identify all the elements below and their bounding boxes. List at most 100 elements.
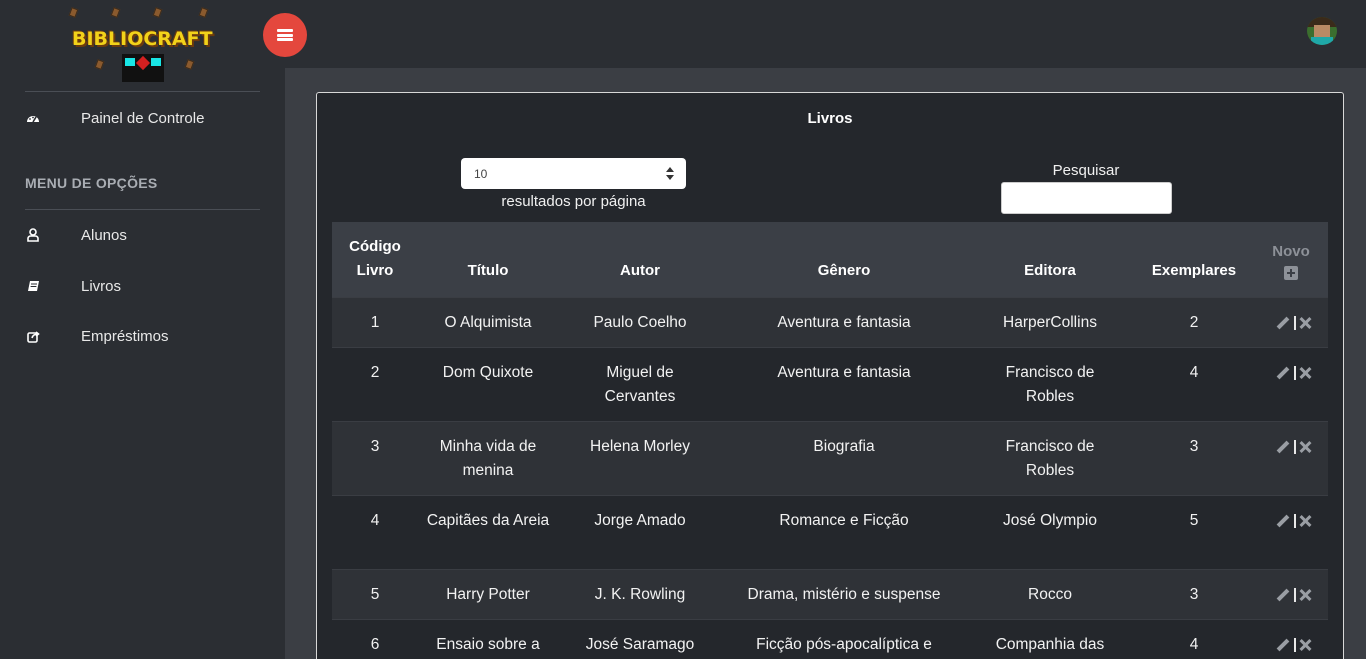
divider	[25, 91, 260, 92]
cell-exemplares: 2	[1189, 314, 1199, 331]
sidebar-item-painel[interactable]: Painel de Controle	[0, 103, 285, 133]
logo-decoration	[184, 59, 195, 70]
col-header-novo: Novo	[1256, 222, 1326, 297]
cell-codigo: 4	[370, 512, 380, 529]
page-length-select[interactable]: 10	[461, 158, 686, 189]
share-icon	[25, 328, 41, 344]
edit-pencil-icon[interactable]	[1276, 366, 1290, 380]
cell-titulo: Ensaio sobre a	[436, 636, 540, 653]
logo-text: BIBLIOCRAFT	[72, 28, 213, 50]
col-header-titulo[interactable]: Título	[423, 222, 553, 297]
action-separator	[1294, 588, 1296, 602]
edit-pencil-icon[interactable]	[1276, 316, 1290, 330]
cell-autor: Helena Morley	[590, 438, 690, 455]
cell-exemplares: 3	[1189, 438, 1199, 455]
edit-pencil-icon[interactable]	[1276, 440, 1290, 454]
avatar[interactable]	[1307, 17, 1337, 45]
edit-pencil-icon[interactable]	[1276, 514, 1290, 528]
row-actions	[1269, 435, 1319, 459]
divider	[25, 209, 260, 210]
col-header-autor[interactable]: Autor	[575, 222, 705, 297]
logo-decoration	[198, 7, 209, 18]
page-length-label: resultados por página	[501, 193, 646, 210]
action-separator	[1294, 638, 1296, 652]
page-length-value: 10	[474, 166, 488, 181]
cell-titulo: Dom Quixote	[442, 364, 534, 381]
table-row: 1 O Alquimista Paulo Coelho Aventura e fant…	[332, 297, 1328, 347]
menu-toggle-button[interactable]	[263, 13, 307, 57]
cell-autor: Miguel de Cervantes	[604, 364, 676, 405]
logo-decoration	[152, 7, 163, 18]
col-header-genero[interactable]: Gênero	[730, 222, 958, 297]
action-separator	[1294, 514, 1296, 528]
table-row: 3 Minha vida de menina Helena Morley Biogra…	[332, 421, 1328, 495]
select-arrows-icon	[666, 167, 674, 180]
row-actions	[1269, 633, 1319, 657]
table-row: 2 Dom Quixote Miguel de Cervantes Aventura …	[332, 347, 1328, 421]
new-label: Novo	[1272, 242, 1310, 260]
cell-exemplares: 5	[1189, 512, 1199, 529]
sidebar-item-alunos[interactable]: Alunos	[0, 220, 285, 250]
user-icon	[25, 227, 41, 243]
cell-codigo: 5	[370, 586, 380, 603]
logo-face-icon	[122, 54, 164, 82]
delete-close-icon[interactable]	[1300, 515, 1312, 527]
sidebar-item-label: Empréstimos	[81, 327, 169, 345]
cell-editora: HarperCollins	[1003, 314, 1097, 331]
table-header: Código Livro Título Autor Gênero Editora…	[332, 222, 1328, 297]
books-card: Livros 10 resultados por página Pesquisa…	[316, 92, 1344, 659]
sidebar: BIBLIOCRAFT Painel de Controle MENU DE O…	[0, 0, 285, 659]
logo-decoration	[94, 59, 105, 70]
cell-exemplares: 4	[1189, 364, 1199, 381]
action-separator	[1294, 440, 1296, 454]
cell-exemplares: 4	[1189, 636, 1199, 653]
cell-titulo: Minha vida de menina	[439, 438, 537, 479]
cell-editora: Francisco de Robles	[1005, 364, 1095, 405]
cell-editora: Companhia das	[995, 636, 1105, 653]
cell-genero: Drama, mistério e suspense	[747, 586, 941, 603]
cell-exemplares: 3	[1189, 586, 1199, 603]
edit-pencil-icon[interactable]	[1276, 638, 1290, 652]
sidebar-item-emprestimos[interactable]: Empréstimos	[0, 321, 285, 351]
cell-codigo: 6	[370, 636, 380, 653]
action-separator	[1294, 316, 1296, 330]
sidebar-item-label: Livros	[81, 277, 122, 295]
cell-genero: Romance e Ficção	[779, 512, 909, 529]
table-body: 1 O Alquimista Paulo Coelho Aventura e fant…	[332, 297, 1328, 659]
books-table: Código Livro Título Autor Gênero Editora…	[332, 222, 1328, 659]
cell-titulo: Harry Potter	[446, 586, 530, 603]
action-separator	[1294, 366, 1296, 380]
page-title: Livros	[807, 110, 853, 127]
app-logo[interactable]: BIBLIOCRAFT	[62, 4, 222, 84]
row-actions	[1269, 311, 1319, 335]
edit-pencil-icon[interactable]	[1276, 588, 1290, 602]
cell-autor: José Saramago	[585, 636, 695, 653]
row-actions	[1269, 583, 1319, 607]
delete-close-icon[interactable]	[1300, 441, 1312, 453]
cell-editora: Francisco de Robles	[1005, 438, 1095, 479]
col-header-exemplares[interactable]: Exemplares	[1134, 222, 1254, 297]
sidebar-item-livros[interactable]: Livros	[0, 271, 285, 301]
cell-codigo: 3	[370, 438, 380, 455]
sidebar-item-label: Painel de Controle	[81, 109, 205, 127]
cell-editora: Rocco	[1028, 586, 1072, 603]
table-row: 5 Harry Potter J. K. Rowling Drama, mistéri…	[332, 569, 1328, 619]
col-header-editora[interactable]: Editora	[980, 222, 1120, 297]
dashboard-icon	[25, 110, 41, 126]
cell-codigo: 2	[370, 364, 380, 381]
delete-close-icon[interactable]	[1300, 639, 1312, 651]
cell-genero: Aventura e fantasia	[777, 314, 911, 331]
delete-close-icon[interactable]	[1300, 317, 1312, 329]
delete-close-icon[interactable]	[1300, 589, 1312, 601]
col-header-codigo[interactable]: Código Livro	[332, 222, 418, 297]
topbar	[285, 0, 1366, 68]
search-label: Pesquisar	[1052, 162, 1120, 179]
table-row: 6 Ensaio sobre a José Saramago Ficção pós-a…	[332, 619, 1328, 659]
cell-autor: J. K. Rowling	[594, 586, 686, 603]
cell-titulo: Capitães da Areia	[426, 512, 550, 529]
book-icon	[25, 278, 41, 294]
delete-close-icon[interactable]	[1300, 367, 1312, 379]
add-book-icon[interactable]	[1284, 265, 1298, 280]
search-input[interactable]	[1001, 182, 1172, 214]
cell-autor: Jorge Amado	[594, 512, 686, 529]
